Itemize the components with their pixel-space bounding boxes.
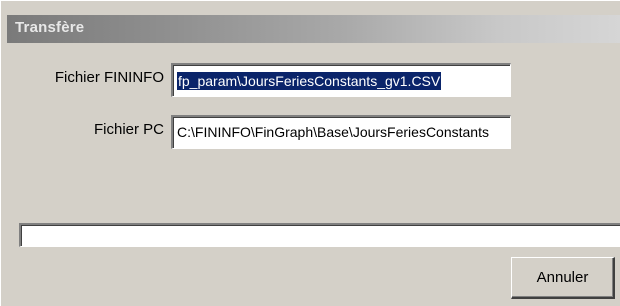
finfo-file-value: fp_param\JoursFeriesConstants_gv1.CSV — [177, 72, 442, 90]
finfo-file-label: Fichier FININFO — [54, 69, 164, 86]
pc-file-field[interactable]: C:\FININFO\FinGraph\Base\JoursFeriesCons… — [171, 115, 511, 149]
window-title: Transfère — [15, 19, 85, 36]
transfer-dialog: Transfère Fichier FININFO fp_param\Jours… — [0, 0, 620, 306]
transfer-progress-bar — [19, 223, 620, 247]
pc-file-value: C:\FININFO\FinGraph\Base\JoursFeriesCons… — [177, 124, 489, 140]
finfo-file-field[interactable]: fp_param\JoursFeriesConstants_gv1.CSV — [171, 63, 511, 97]
title-bar[interactable]: Transfère — [7, 15, 620, 43]
cancel-button[interactable]: Annuler — [511, 257, 615, 299]
pc-file-label: Fichier PC — [93, 121, 164, 138]
